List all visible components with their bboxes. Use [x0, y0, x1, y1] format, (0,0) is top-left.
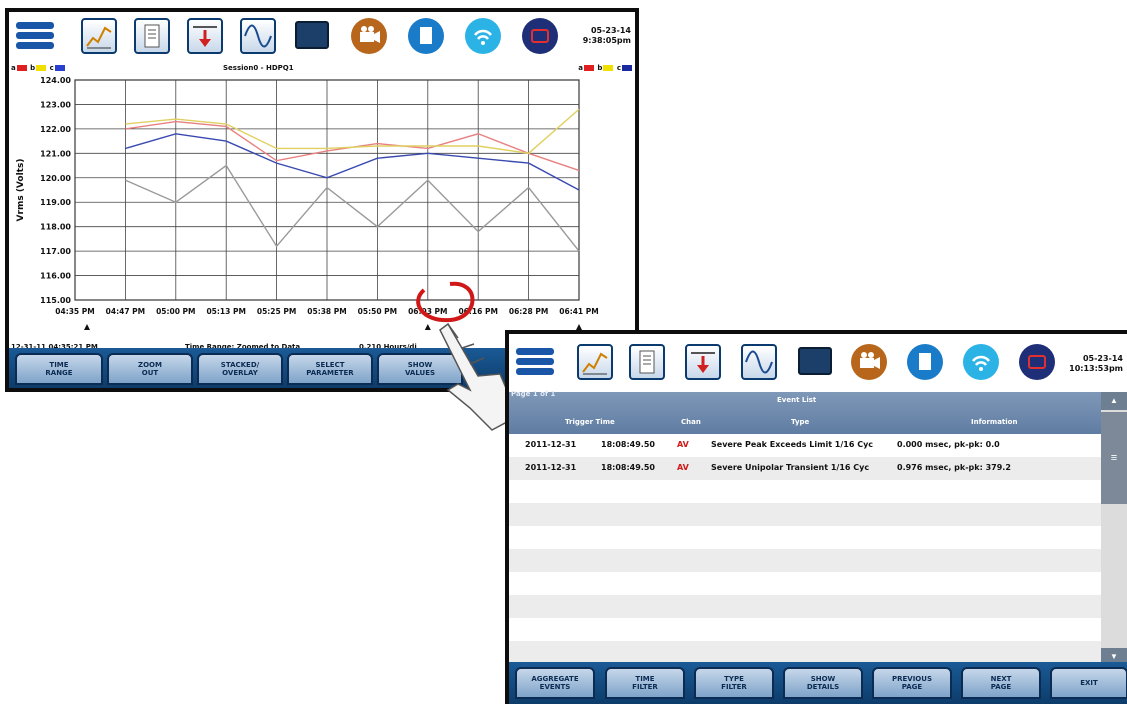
select-parameter-button[interactable]: SELECT PARAMETER: [287, 353, 373, 385]
download-icon[interactable]: [187, 18, 223, 54]
cell-date: 2011-12-31: [525, 463, 577, 472]
cell-info: 0.976 msec, pk-pk: 379.2: [897, 463, 1011, 472]
y-tick-label: 123.00: [40, 100, 71, 109]
y-tick-label: 117.00: [40, 247, 71, 256]
monitor-icon[interactable]: [294, 18, 330, 54]
previous-page-button[interactable]: PREVIOUS PAGE: [872, 667, 952, 699]
x-tick-label: 05:00 PM: [156, 307, 195, 316]
next-page-button[interactable]: NEXT PAGE: [961, 667, 1041, 699]
menu-icon[interactable]: [515, 344, 555, 380]
y-tick-label: 119.00: [40, 198, 71, 207]
y-tick-label: 121.00: [40, 149, 71, 158]
exit-button[interactable]: EXIT: [1050, 667, 1127, 699]
menu-icon[interactable]: [15, 18, 55, 54]
x-tick-label: 05:25 PM: [257, 307, 296, 316]
cell-chan: AV: [677, 440, 689, 449]
stop-icon[interactable]: [522, 18, 558, 54]
trend-chart-icon[interactable]: [577, 344, 613, 380]
x-tick-label: 06:41 PM: [559, 307, 598, 316]
type-filter-button[interactable]: TYPE FILTER: [694, 667, 774, 699]
y-tick-label: 118.00: [40, 223, 71, 232]
scroll-thumb[interactable]: ≡: [1101, 412, 1127, 504]
time-filter-button[interactable]: TIME FILTER: [605, 667, 685, 699]
table-row[interactable]: [509, 480, 1103, 503]
wifi-icon[interactable]: [465, 18, 501, 54]
time-range-button[interactable]: TIME RANGE: [15, 353, 103, 385]
event-table: 2011-12-31 18:08:49.50 AV Severe Peak Excee…: [509, 434, 1103, 666]
table-row[interactable]: [509, 549, 1103, 572]
scrollbar[interactable]: ▲ ≡ ▼: [1101, 392, 1127, 666]
table-row[interactable]: [509, 526, 1103, 549]
table-row[interactable]: 2011-12-31 18:08:49.50 AV Severe Unipolar T…: [509, 457, 1103, 480]
document-icon[interactable]: [907, 344, 943, 380]
cell-info: 0.000 msec, pk-pk: 0.0: [897, 440, 1000, 449]
table-row[interactable]: [509, 595, 1103, 618]
cursor-marker: [84, 324, 90, 330]
table-row[interactable]: [509, 503, 1103, 526]
scroll-grip-icon: ≡: [1110, 452, 1118, 464]
cell-type: Severe Peak Exceeds Limit 1/16 Cyc: [711, 440, 874, 449]
stacked-overlay-button[interactable]: STACKED/ OVERLAY: [197, 353, 283, 385]
x-tick-label: 05:13 PM: [206, 307, 245, 316]
document-icon[interactable]: [408, 18, 444, 54]
date-label: 05-23-14: [1082, 354, 1123, 363]
cell-time: 18:08:49.50: [601, 463, 655, 472]
x-tick-label: 04:47 PM: [106, 307, 145, 316]
download-icon[interactable]: [685, 344, 721, 380]
waveform-icon[interactable]: [240, 18, 276, 54]
date-label: 05-23-14: [590, 26, 631, 35]
table-row[interactable]: [509, 572, 1103, 595]
col-trigger-time: Trigger Time: [565, 418, 615, 426]
y-axis-label: Vrms (Volts): [16, 159, 26, 222]
scroll-report-icon[interactable]: [134, 18, 170, 54]
table-row[interactable]: [509, 618, 1103, 641]
highlight-circle: [416, 281, 475, 323]
table-row[interactable]: [509, 641, 1103, 664]
event-list-screen: 05-23-14 10:13:53pm Page 1 of 1 Event Li…: [505, 330, 1127, 704]
event-list-title: Event List: [777, 396, 817, 404]
aggregate-events-button[interactable]: AGGREGATE EVENTS: [515, 667, 595, 699]
time-label: 9:38:05pm: [582, 36, 631, 45]
time-label: 10:13:53pm: [1069, 364, 1123, 373]
softkey-bar: AGGREGATE EVENTS TIME FILTER TYPE FILTER…: [509, 662, 1127, 704]
cell-chan: AV: [677, 463, 689, 472]
cell-type: Severe Unipolar Transient 1/16 Cyc: [711, 463, 870, 472]
col-chan: Chan: [681, 418, 701, 426]
cell-date: 2011-12-31: [525, 440, 577, 449]
datetime: 05-23-14 9:38:05pm: [583, 26, 631, 46]
monitor-icon[interactable]: [797, 344, 833, 380]
y-tick-label: 116.00: [40, 272, 71, 281]
datetime: 05-23-14 10:13:53pm: [1069, 354, 1123, 374]
waveform-icon[interactable]: [741, 344, 777, 380]
y-tick-label: 115.00: [40, 296, 71, 305]
event-list-header: Page 1 of 1 Event List Trigger Time Chan…: [509, 390, 1103, 434]
x-tick-label: 04:35 PM: [55, 307, 94, 316]
trend-chart-icon[interactable]: [81, 18, 117, 54]
stop-icon[interactable]: [1019, 344, 1055, 380]
y-tick-label: 124.00: [40, 76, 71, 85]
y-tick-label: 120.00: [40, 174, 71, 183]
wifi-icon[interactable]: [963, 344, 999, 380]
col-type: Type: [791, 418, 810, 426]
x-tick-label: 05:38 PM: [307, 307, 346, 316]
x-tick-label: 05:50 PM: [358, 307, 397, 316]
camera-icon[interactable]: [851, 344, 887, 380]
show-details-button[interactable]: SHOW DETAILS: [783, 667, 863, 699]
toolbar: 05-23-14 9:38:05pm: [9, 12, 635, 62]
scroll-up-button[interactable]: ▲: [1101, 392, 1127, 410]
page-label: Page 1 of 1: [511, 390, 556, 398]
toolbar: 05-23-14 10:13:53pm: [509, 334, 1127, 392]
y-tick-label: 122.00: [40, 125, 71, 134]
camera-icon[interactable]: [351, 18, 387, 54]
scroll-report-icon[interactable]: [629, 344, 665, 380]
col-information: Information: [971, 418, 1018, 426]
cell-time: 18:08:49.50: [601, 440, 655, 449]
zoom-out-button[interactable]: ZOOM OUT: [107, 353, 193, 385]
table-row[interactable]: 2011-12-31 18:08:49.50 AV Severe Peak Excee…: [509, 434, 1103, 457]
